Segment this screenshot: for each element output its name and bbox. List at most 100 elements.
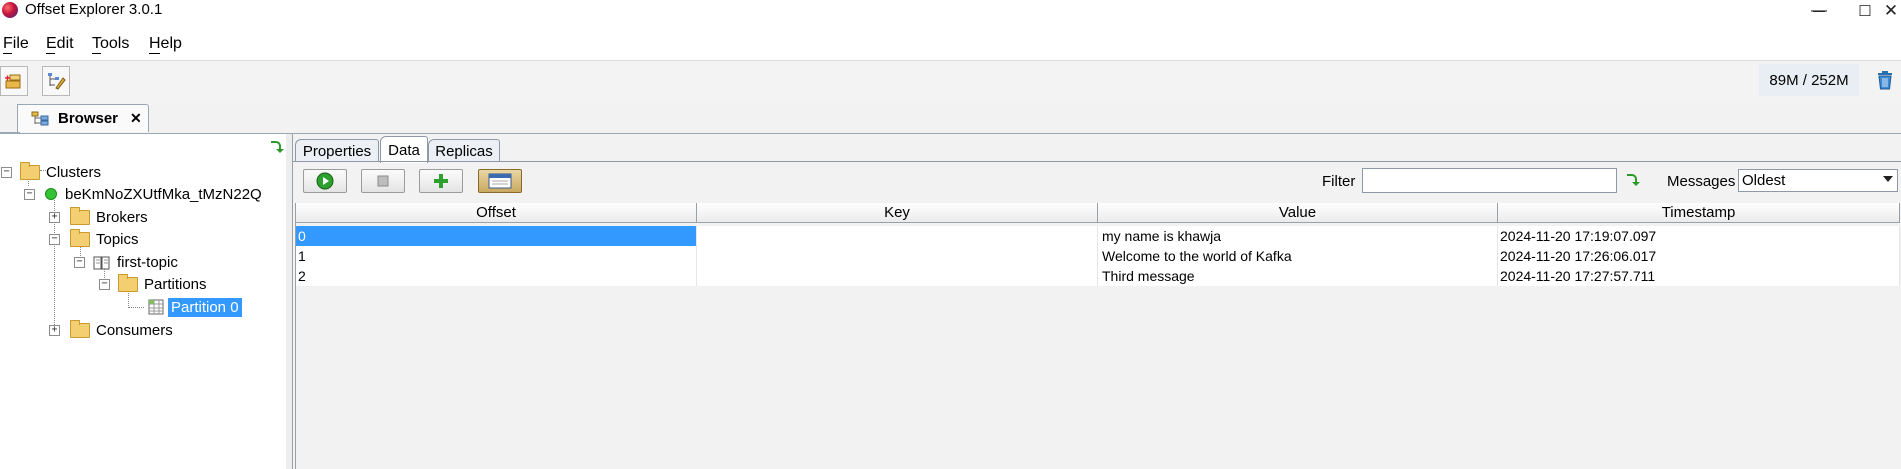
add-cluster-button[interactable] (0, 66, 28, 96)
folder-open-icon (70, 228, 90, 247)
expand-icon[interactable]: + (49, 324, 60, 336)
tree-node-topics[interactable]: − Topics (49, 228, 139, 249)
edit-tree-icon (48, 73, 66, 90)
column-offset-label: Offset (476, 204, 516, 221)
cell-key (697, 266, 1098, 286)
add-cluster-icon (5, 74, 21, 89)
tree-node-partition-0[interactable]: Partition 0 (148, 297, 242, 317)
cell-offset: 2 (296, 266, 697, 286)
refresh-icon (271, 141, 284, 153)
app-logo-icon (2, 2, 18, 18)
tree-label-topics: Topics (96, 230, 139, 248)
add-message-button[interactable] (419, 169, 463, 193)
cell-key (697, 226, 1098, 246)
table-row[interactable]: 2 Third message 2024-11-20 17:27:57.711 (296, 266, 1900, 286)
refresh-tree-button[interactable] (268, 138, 284, 158)
apply-filter-button[interactable] (1624, 171, 1640, 191)
browser-tree-icon (31, 111, 49, 125)
menu-edit-mnemonic (46, 53, 55, 54)
messages-order-select[interactable]: Oldest (1738, 169, 1898, 192)
menu-tools[interactable]: Tools (92, 35, 129, 53)
filter-input[interactable] (1362, 168, 1617, 193)
minimize-outline (1797, 0, 1841, 22)
table-row[interactable]: 1 Welcome to the world of Kafka 2024-11-… (296, 246, 1900, 266)
tab-underline (293, 161, 1901, 162)
folder-open-icon (20, 161, 40, 180)
folder-icon (70, 206, 90, 225)
cell-key (697, 246, 1098, 266)
window-view-icon (488, 173, 512, 189)
menu-file-label: File (3, 35, 29, 52)
tree-label-topic: first-topic (117, 253, 178, 271)
collapse-icon[interactable]: − (49, 233, 60, 245)
menu-help[interactable]: Help (149, 35, 182, 53)
column-timestamp-label: Timestamp (1661, 204, 1736, 221)
collapse-icon[interactable]: − (74, 256, 85, 268)
view-details-button[interactable] (478, 169, 522, 193)
cell-value: my name is khawja (1098, 226, 1498, 246)
start-button[interactable] (303, 169, 347, 193)
close-window-button[interactable]: ✕ (1881, 0, 1901, 22)
messages-selected-value: Oldest (1742, 172, 1786, 189)
column-header-timestamp[interactable]: Timestamp (1498, 203, 1900, 223)
collapse-icon[interactable]: − (24, 188, 35, 200)
edit-cluster-button[interactable] (42, 66, 70, 96)
cell-offset: 0 (296, 226, 697, 246)
tree-label-brokers: Brokers (96, 208, 148, 226)
play-icon (316, 172, 334, 190)
folder-open-icon (118, 273, 138, 292)
tab-replicas-label: Replicas (435, 142, 493, 160)
column-value-label: Value (1278, 204, 1317, 221)
refresh-icon (1627, 174, 1640, 186)
cell-offset: 1 (296, 246, 697, 266)
stop-icon (377, 175, 389, 187)
menu-edit-label: Edit (46, 35, 74, 52)
column-header-offset[interactable]: Offset (296, 203, 697, 223)
garbage-collect-button[interactable] (1876, 70, 1894, 94)
collapse-icon[interactable]: − (99, 278, 110, 290)
tree-label-cluster: beKmNoZXUtfMka_tMzN22Q (65, 185, 262, 203)
table-row[interactable]: 0 my name is khawja 2024-11-20 17:19:07.… (296, 226, 1900, 246)
tree-node-brokers[interactable]: + Brokers (49, 206, 148, 227)
tree-node-first-topic[interactable]: − first-topic (74, 252, 178, 272)
tab-browser[interactable]: Browser ✕ (17, 104, 149, 132)
chevron-down-icon (1883, 176, 1893, 182)
collapse-icon[interactable]: − (1, 166, 12, 178)
filter-label: Filter (1322, 173, 1356, 190)
tree-line (128, 307, 144, 308)
partition-grid-icon (148, 299, 164, 315)
cell-timestamp: 2024-11-20 17:26:06.017 (1498, 246, 1900, 266)
cell-value: Third message (1098, 266, 1498, 286)
tree-label-partitions: Partitions (144, 275, 207, 293)
panel-splitter[interactable] (286, 134, 293, 469)
tree-node-consumers[interactable]: + Consumers (49, 319, 173, 340)
menu-help-label: Help (149, 35, 182, 52)
connected-status-icon (45, 188, 57, 200)
menu-edit[interactable]: Edit (46, 35, 74, 53)
menu-tools-mnemonic (92, 53, 101, 54)
tree-label-clusters: Clusters (46, 163, 102, 181)
column-header-value[interactable]: Value (1098, 203, 1498, 223)
tab-replicas[interactable]: Replicas (428, 139, 500, 162)
menu-file-mnemonic (3, 53, 12, 54)
document-tab-bar (0, 103, 1901, 134)
tab-data[interactable]: Data (380, 136, 428, 163)
tree-label-consumers: Consumers (96, 321, 173, 339)
tree-node-cluster[interactable]: − beKmNoZXUtfMka_tMzN22Q (24, 184, 262, 204)
tree-node-partitions[interactable]: − Partitions (99, 273, 207, 294)
menu-bar (0, 30, 1901, 58)
stop-button[interactable] (361, 169, 405, 193)
plus-icon (434, 174, 448, 188)
messages-label: Messages (1667, 173, 1736, 190)
menu-help-mnemonic (149, 53, 160, 54)
column-header-key[interactable]: Key (697, 203, 1098, 223)
expand-icon[interactable]: + (49, 211, 60, 223)
tab-properties[interactable]: Properties (295, 139, 379, 162)
trash-icon (1878, 71, 1892, 90)
close-tab-icon[interactable]: ✕ (130, 110, 142, 127)
folder-icon (70, 319, 90, 338)
topic-book-icon (93, 256, 110, 270)
memory-usage: 89M / 252M (1759, 64, 1859, 96)
menu-file[interactable]: File (3, 35, 29, 53)
tree-node-clusters[interactable]: − Clusters (0, 161, 102, 182)
